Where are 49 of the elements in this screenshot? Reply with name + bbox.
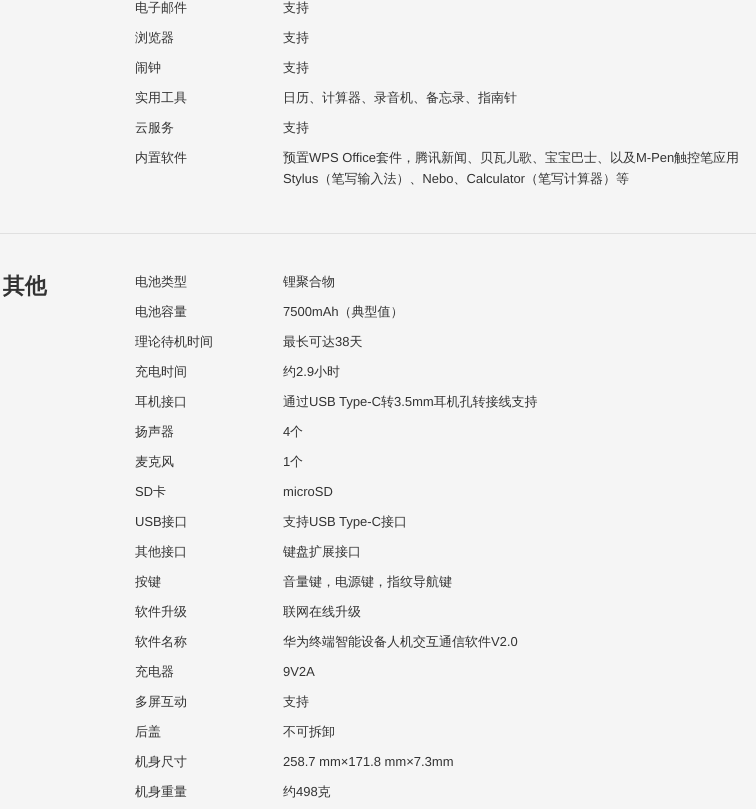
spec-label: 机身重量: [135, 783, 188, 801]
spec-label: 其他接口: [135, 543, 188, 561]
spec-value: 1个: [283, 453, 304, 471]
spec-label: 充电时间: [135, 363, 188, 381]
spec-label: 理论待机时间: [135, 333, 214, 351]
spec-value: 支持: [283, 29, 310, 47]
spec-label: 电池容量: [135, 303, 188, 321]
spec-value: 锂聚合物: [283, 273, 336, 291]
spec-label: 软件升级: [135, 603, 188, 621]
spec-value: 日历、计算器、录音机、备忘录、指南针: [283, 89, 518, 107]
spec-label: 电子邮件: [135, 0, 188, 17]
spec-label: 内置软件: [135, 149, 188, 167]
spec-label: 浏览器: [135, 29, 175, 47]
spec-label: 扬声器: [135, 423, 175, 441]
spec-label: 耳机接口: [135, 393, 188, 411]
spec-value: 约498克: [283, 783, 332, 801]
spec-label: 麦克风: [135, 453, 175, 471]
spec-value: 预置WPS Office套件，腾讯新闻、贝瓦儿歌、宝宝巴士、以及M-Pen触控笔应用Stylus（笔写输入法）、Nebo、Calculator（笔写计算器）等: [283, 149, 740, 188]
spec-value: 音量键，电源键，指纹导航键: [283, 573, 453, 591]
spec-label: SD卡: [135, 483, 168, 501]
spec-value: 键盘扩展接口: [283, 543, 362, 561]
spec-label: USB接口: [135, 513, 189, 531]
section-title: 其他: [3, 272, 47, 300]
spec-value: 通过USB Type-C转3.5mm耳机孔转接线支持: [283, 393, 539, 411]
spec-value: 联网在线升级: [283, 603, 362, 621]
spec-value: 258.7 mm×171.8 mm×7.3mm: [283, 753, 455, 771]
spec-label: 云服务: [135, 119, 175, 137]
spec-value: 支持: [283, 0, 310, 17]
spec-value: microSD: [283, 483, 334, 501]
spec-label: 多屏互动: [135, 693, 188, 711]
spec-label: 后盖: [135, 723, 162, 741]
spec-label: 闹钟: [135, 59, 162, 77]
spec-value: 华为终端智能设备人机交互通信软件V2.0: [283, 633, 519, 651]
spec-value: 9V2A: [283, 663, 316, 681]
spec-value: 支持: [283, 59, 310, 77]
spec-label: 软件名称: [135, 633, 188, 651]
spec-value: 不可拆卸: [283, 723, 336, 741]
spec-value: 支持: [283, 693, 310, 711]
spec-label: 实用工具: [135, 89, 188, 107]
spec-value: 支持: [283, 119, 310, 137]
spec-label: 机身尺寸: [135, 753, 188, 771]
spec-label: 充电器: [135, 663, 175, 681]
spec-value: 支持USB Type-C接口: [283, 513, 408, 531]
spec-label: 电池类型: [135, 273, 188, 291]
spec-label: 按键: [135, 573, 162, 591]
spec-value: 约2.9小时: [283, 363, 342, 381]
spec-value: 7500mAh（典型值）: [283, 303, 405, 321]
spec-value: 最长可达38天: [283, 333, 364, 351]
spec-value: 4个: [283, 423, 304, 441]
